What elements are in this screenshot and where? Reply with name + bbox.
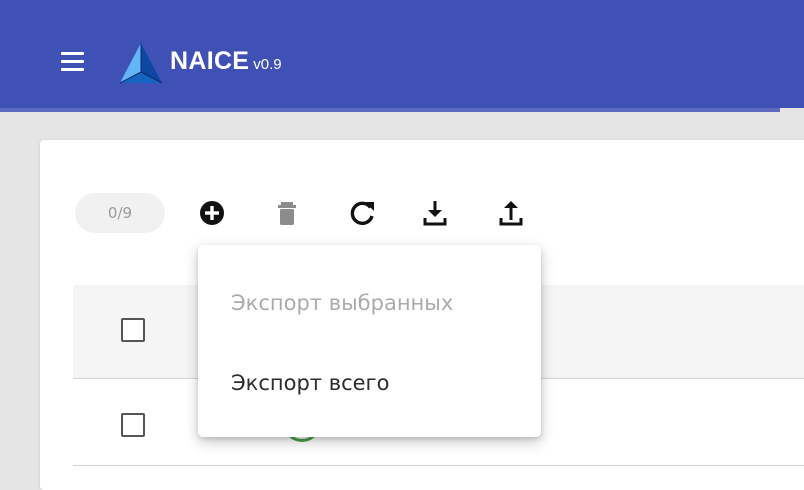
export-button[interactable] — [418, 196, 452, 230]
selection-counter: 0/9 — [75, 193, 165, 233]
menu-icon[interactable] — [58, 50, 88, 74]
add-circle-icon — [200, 201, 224, 225]
upload-icon — [499, 201, 523, 226]
import-button[interactable] — [494, 196, 528, 230]
app-name: NAICE — [170, 47, 250, 75]
row-checkbox[interactable] — [121, 413, 145, 437]
refresh-button[interactable] — [346, 196, 380, 230]
delete-icon — [278, 202, 296, 225]
menu-item-export-all[interactable]: Экспорт всего — [198, 355, 541, 411]
app-version: v0.9 — [253, 56, 282, 73]
delete-button[interactable] — [270, 196, 304, 230]
app-title: NAICE v0.9 — [170, 47, 282, 76]
refresh-icon — [350, 201, 374, 226]
export-menu: Экспорт выбранных Экспорт всего — [198, 245, 541, 437]
add-button[interactable] — [195, 196, 229, 230]
table-row-divider — [73, 465, 804, 466]
download-icon — [423, 201, 447, 226]
menu-item-export-selected: Экспорт выбранных — [231, 291, 454, 315]
select-all-checkbox[interactable] — [121, 318, 145, 342]
app-bar: NAICE v0.9 — [0, 0, 804, 108]
app-bar-progress — [0, 108, 780, 112]
logo-icon — [119, 43, 163, 84]
